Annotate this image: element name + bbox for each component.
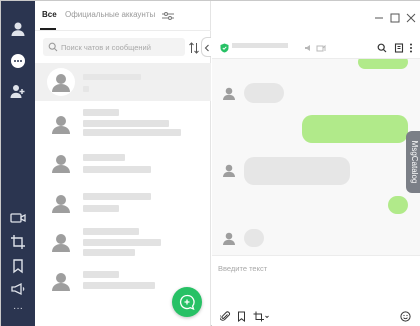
avatar bbox=[47, 228, 75, 256]
sliders-icon[interactable] bbox=[161, 9, 175, 21]
chat-preview-placeholder bbox=[83, 120, 169, 127]
chat-name-placeholder bbox=[83, 228, 139, 235]
window-controls bbox=[370, 1, 420, 29]
mute-icon bbox=[304, 40, 314, 51]
search-icon[interactable] bbox=[377, 40, 387, 53]
channel-icon bbox=[316, 40, 326, 52]
tab-bar: Все Официальные аккаунты bbox=[35, 1, 211, 31]
screenshot-crop-icon[interactable] bbox=[253, 309, 269, 322]
chat-preview-placeholder bbox=[83, 166, 151, 173]
chat-list-item[interactable] bbox=[35, 187, 211, 225]
chat-name-placeholder bbox=[83, 193, 151, 200]
chat-list-item[interactable] bbox=[35, 105, 211, 143]
avatar bbox=[47, 267, 75, 295]
collapse-panel-button[interactable] bbox=[201, 37, 211, 57]
new-chat-button[interactable] bbox=[172, 287, 202, 317]
close-icon[interactable] bbox=[406, 10, 416, 23]
message-bubble-outgoing[interactable] bbox=[302, 115, 408, 143]
chat-preview-placeholder bbox=[83, 239, 161, 246]
chevron-left-icon bbox=[204, 44, 209, 52]
chat-name-placeholder bbox=[83, 154, 125, 161]
chat-name-placeholder bbox=[83, 271, 119, 278]
chat-list-item[interactable] bbox=[35, 225, 211, 263]
menu-icon[interactable] bbox=[409, 40, 413, 53]
notes-icon[interactable] bbox=[394, 40, 404, 53]
search-box[interactable] bbox=[43, 38, 185, 56]
sort-icon[interactable] bbox=[188, 41, 200, 54]
maximize-icon[interactable] bbox=[390, 10, 400, 23]
video-call-icon[interactable] bbox=[10, 210, 26, 226]
msg-catalog-tab[interactable]: MsgCatalog bbox=[406, 131, 420, 193]
search-input[interactable] bbox=[61, 40, 181, 54]
avatar bbox=[47, 149, 75, 177]
announcement-icon[interactable] bbox=[10, 281, 26, 297]
bookmark-icon[interactable] bbox=[236, 309, 247, 322]
app-window: ··· Все Официальные аккаунты Поиск чатов… bbox=[0, 0, 420, 326]
nav-rail: ··· bbox=[1, 1, 35, 326]
new-chat-icon bbox=[179, 294, 195, 310]
message-bubble-outgoing[interactable] bbox=[358, 59, 408, 69]
chat-preview-placeholder bbox=[83, 282, 155, 289]
bookmark-icon[interactable] bbox=[10, 258, 26, 274]
minimize-icon[interactable] bbox=[374, 10, 384, 20]
chat-preview-placeholder bbox=[83, 86, 89, 92]
message-input[interactable] bbox=[218, 264, 414, 288]
search-icon bbox=[48, 42, 58, 52]
chat-preview-placeholder bbox=[83, 205, 119, 212]
add-friend-icon[interactable] bbox=[10, 83, 26, 99]
shield-icon bbox=[220, 40, 229, 53]
message-area bbox=[212, 59, 420, 255]
chat-title-placeholder bbox=[232, 43, 288, 48]
message-bubble-incoming[interactable] bbox=[244, 157, 350, 185]
chat-name-placeholder bbox=[83, 74, 141, 80]
avatar bbox=[47, 68, 75, 96]
chat-header bbox=[212, 31, 420, 59]
tab-official-accounts[interactable]: Официальные аккаунты bbox=[65, 10, 155, 19]
message-bubble-outgoing[interactable] bbox=[388, 196, 408, 214]
more-icon[interactable]: ··· bbox=[10, 301, 26, 317]
emoji-icon[interactable] bbox=[400, 309, 411, 322]
profile-icon[interactable] bbox=[10, 21, 26, 37]
message-bubble-incoming[interactable] bbox=[244, 83, 284, 103]
chat-list-item[interactable] bbox=[35, 149, 211, 187]
chat-list-panel: Все Официальные аккаунты bbox=[35, 1, 211, 326]
chat-preview-placeholder bbox=[83, 249, 135, 256]
msg-catalog-label: MsgCatalog bbox=[410, 140, 419, 184]
avatar bbox=[220, 161, 238, 179]
message-composer bbox=[212, 255, 420, 326]
chat-preview-placeholder bbox=[83, 129, 181, 136]
avatar bbox=[47, 110, 75, 138]
avatar bbox=[220, 84, 238, 102]
chat-name-placeholder bbox=[83, 109, 119, 116]
avatar bbox=[47, 189, 75, 217]
chat-list-item[interactable] bbox=[35, 63, 211, 101]
attachment-icon[interactable] bbox=[219, 309, 231, 321]
message-bubble-incoming[interactable] bbox=[244, 229, 264, 247]
chat-panel bbox=[212, 1, 420, 326]
chats-icon[interactable] bbox=[10, 53, 26, 69]
avatar bbox=[220, 229, 238, 247]
tab-all[interactable]: Все bbox=[42, 10, 57, 19]
screenshot-crop-icon[interactable] bbox=[10, 234, 26, 250]
tab-all-underline bbox=[40, 28, 56, 30]
